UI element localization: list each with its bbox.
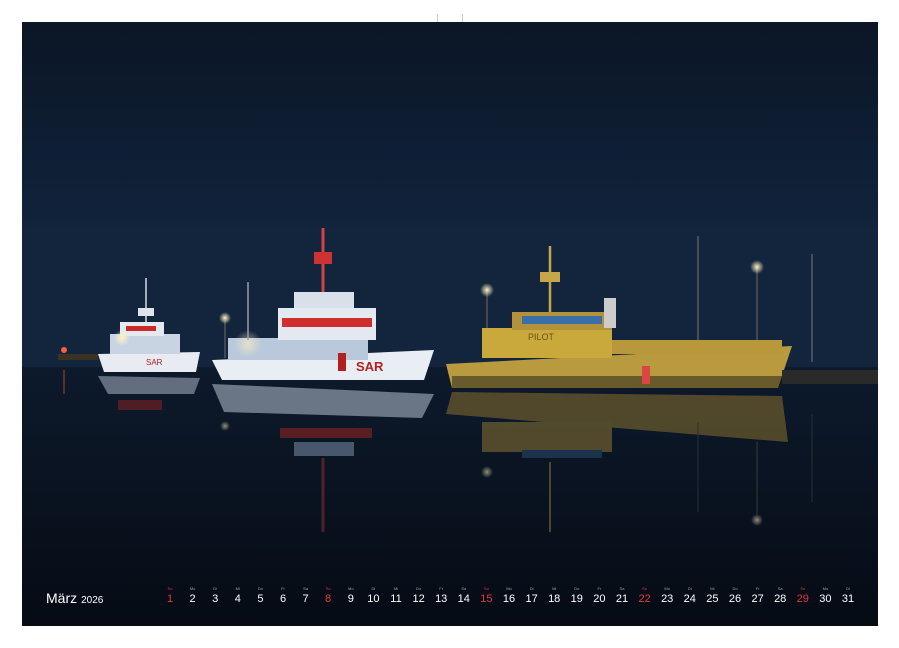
day-number: 4 [234, 593, 241, 605]
day-number: 24 [683, 593, 696, 605]
day-number: 13 [435, 593, 448, 605]
calendar-day: So 15 [475, 582, 497, 606]
day-number: 5 [257, 593, 264, 605]
day-number: 7 [302, 593, 309, 605]
day-number: 10 [367, 593, 380, 605]
calendar-day: Fr 20 [588, 582, 610, 606]
calendar-day: Do 12 [408, 582, 430, 606]
calendar-day: Mo 16 [498, 582, 520, 606]
harbor-night-photo: SAR SAR PILOT [22, 22, 878, 626]
calendar-day: Mo 30 [814, 582, 836, 606]
pier-right [782, 370, 878, 384]
calendar-day: Do 19 [566, 582, 588, 606]
calendar-day: Mo 2 [182, 582, 204, 606]
photo-illustration: SAR SAR PILOT [22, 22, 878, 626]
month-label: März 2026 [46, 590, 103, 606]
month-name: März [46, 590, 78, 606]
calendar-day: Mo 23 [656, 582, 678, 606]
day-number: 27 [751, 593, 764, 605]
calendar-day: Fr 27 [747, 582, 769, 606]
calendar-day: Di 24 [679, 582, 701, 606]
calendar-day: Di 10 [362, 582, 384, 606]
calendar-day: Di 3 [204, 582, 226, 606]
day-number: 30 [819, 593, 832, 605]
day-number: 1 [166, 593, 174, 605]
calendar-day: Fr 6 [272, 582, 294, 606]
day-number: 21 [615, 593, 629, 605]
day-number: 28 [774, 593, 787, 605]
calendar-day: Sa 7 [295, 582, 317, 606]
pier-light-red [61, 347, 67, 353]
day-number: 22 [638, 593, 651, 605]
calendar-day: Mi 25 [701, 582, 723, 606]
day-number: 2 [189, 593, 196, 605]
day-number: 16 [502, 593, 516, 605]
calendar-day: Fr 13 [430, 582, 452, 606]
day-number: 19 [570, 593, 583, 605]
day-number: 17 [525, 593, 538, 605]
calendar-day: Do 5 [249, 582, 271, 606]
calendar-day: So 29 [792, 582, 814, 606]
calendar-day: So 8 [317, 582, 339, 606]
day-number: 12 [412, 593, 425, 605]
svg-text:PILOT: PILOT [528, 332, 555, 342]
day-number: 26 [728, 593, 742, 605]
calendar-footer: März 2026 So 1 Mo 2 Di 3 Mi 4 Do 5 Fr 6 Sa 7 So 8 Mo 9 Di 10… [22, 582, 878, 626]
calendar-day: Mi 18 [543, 582, 565, 606]
day-number: 8 [325, 593, 332, 605]
day-number: 11 [390, 593, 402, 605]
day-strip: So 1 Mo 2 Di 3 Mi 4 Do 5 Fr 6 Sa 7 So 8 Mo 9 Di 10 Mi 11 Do 12 F… [159, 582, 859, 626]
calendar-day: So 22 [634, 582, 656, 606]
day-number: 9 [347, 593, 354, 605]
calendar-day: Mo 9 [340, 582, 362, 606]
day-number: 14 [457, 593, 470, 605]
day-number: 3 [212, 593, 219, 605]
day-number: 31 [841, 593, 855, 605]
calendar-day: Sa 21 [611, 582, 633, 606]
calendar-day: Di 31 [837, 582, 859, 606]
day-number: 29 [796, 593, 809, 605]
day-number: 25 [706, 593, 719, 605]
day-number: 15 [480, 593, 493, 605]
calendar-day: Mi 11 [385, 582, 407, 606]
calendar-day: Do 26 [724, 582, 746, 606]
day-number: 20 [593, 593, 606, 605]
year-label: 2026 [81, 595, 104, 606]
svg-text:SAR: SAR [146, 358, 163, 367]
calendar-day: Sa 28 [769, 582, 791, 606]
svg-text:SAR: SAR [356, 359, 384, 374]
day-number: 6 [279, 593, 287, 605]
calendar-day: So 1 [159, 582, 181, 606]
day-number: 18 [548, 593, 561, 605]
calendar-day: Sa 14 [453, 582, 475, 606]
day-number: 23 [661, 593, 674, 605]
calendar-day: Mi 4 [227, 582, 249, 606]
calendar-day: Di 17 [521, 582, 543, 606]
pier-left [58, 354, 98, 360]
